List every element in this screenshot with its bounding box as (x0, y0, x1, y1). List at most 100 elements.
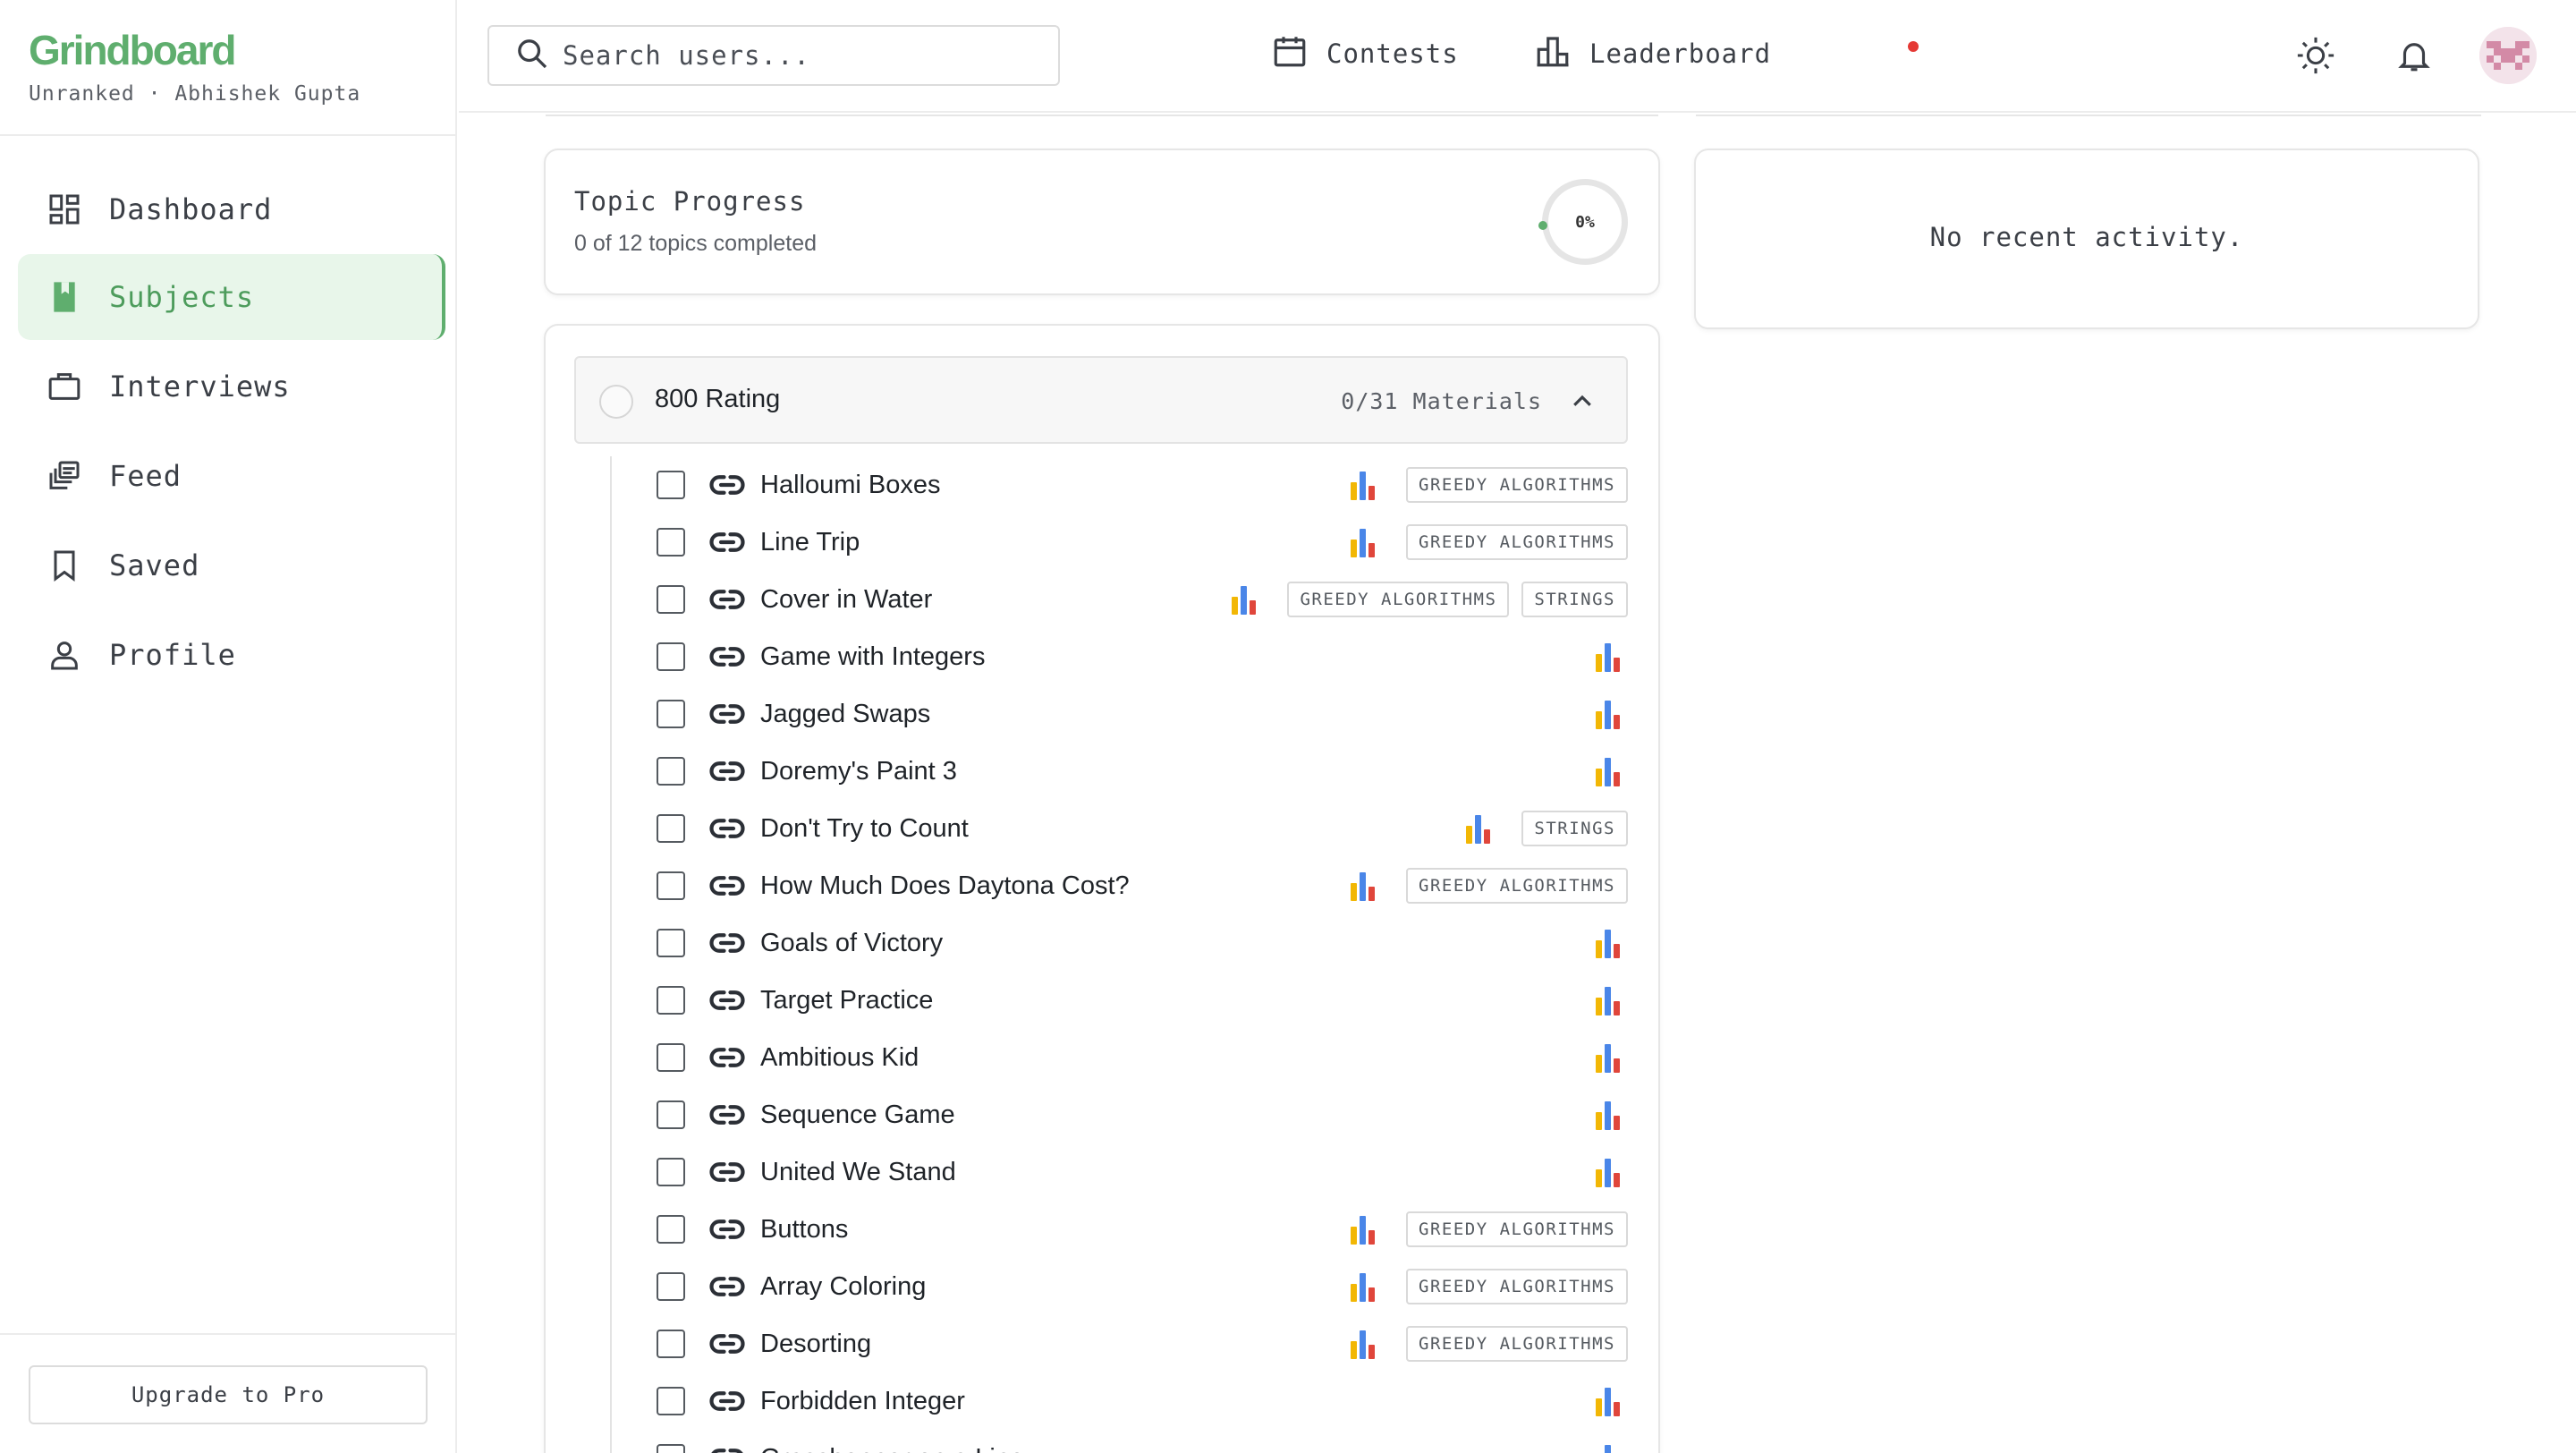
problem-checkbox[interactable] (657, 1330, 685, 1358)
user-icon (45, 635, 84, 675)
problem-name[interactable]: How Much Does Daytona Cost? (760, 871, 1130, 901)
problems-card: 800 Rating 0/31 Materials Halloumi Boxes… (544, 324, 1660, 1453)
link-icon[interactable] (708, 867, 746, 905)
link-icon[interactable] (708, 581, 746, 618)
link-icon[interactable] (708, 1211, 746, 1248)
problem-name[interactable]: Goals of Victory (760, 929, 943, 958)
no-activity-text: No recent activity. (1929, 222, 2244, 252)
problem-row: Sequence Game (612, 1086, 1628, 1143)
problem-name[interactable]: Don't Try to Count (760, 814, 969, 844)
difficulty-bars-icon (1596, 642, 1628, 672)
upgrade-button[interactable]: Upgrade to Pro (29, 1365, 428, 1424)
link-icon[interactable] (708, 752, 746, 790)
section-header-800-rating[interactable]: 800 Rating 0/31 Materials (574, 356, 1628, 444)
problem-checkbox[interactable] (657, 1272, 685, 1301)
top-header: Contests Leaderboard (459, 0, 2576, 113)
problem-name[interactable]: Jagged Swaps (760, 700, 930, 729)
divider (546, 113, 1658, 116)
brand-logo[interactable]: Grindboard (29, 27, 455, 73)
problem-checkbox[interactable] (657, 1387, 685, 1415)
problem-name[interactable]: Sequence Game (760, 1100, 955, 1130)
topic-tag: STRINGS (1521, 811, 1628, 846)
sidebar-item-saved[interactable]: Saved (18, 523, 445, 608)
problem-checkbox[interactable] (657, 1215, 685, 1244)
problem-meta: GREEDY ALGORITHMS (1351, 1326, 1628, 1362)
difficulty-bars-icon (1232, 584, 1264, 615)
problem-meta (1596, 1042, 1628, 1073)
link-icon[interactable] (708, 695, 746, 733)
problem-row: Goals of Victory (612, 914, 1628, 972)
problem-meta (1596, 642, 1628, 672)
problem-name[interactable]: Game with Integers (760, 642, 985, 672)
problem-checkbox[interactable] (657, 1444, 685, 1453)
sidebar-item-label: Feed (109, 459, 182, 493)
problem-name[interactable]: Buttons (760, 1215, 848, 1245)
user-rank-name: Unranked · Abhishek Gupta (29, 82, 361, 106)
problem-checkbox[interactable] (657, 1100, 685, 1129)
difficulty-bars-icon (1596, 756, 1628, 786)
leaderboard-link[interactable]: Leaderboard (1534, 32, 1771, 74)
bell-icon[interactable] (2389, 30, 2439, 81)
link-icon[interactable] (708, 1039, 746, 1076)
problem-name[interactable]: United We Stand (760, 1158, 956, 1187)
problem-checkbox[interactable] (657, 1043, 685, 1072)
link-icon[interactable] (708, 1440, 746, 1453)
progress-percent: 0% (1575, 212, 1595, 232)
problem-name[interactable]: Ambitious Kid (760, 1043, 919, 1073)
problem-row: Ambitious Kid (612, 1029, 1628, 1086)
link-icon[interactable] (708, 1153, 746, 1191)
problem-checkbox[interactable] (657, 757, 685, 786)
contests-link[interactable]: Contests (1271, 32, 1919, 74)
problem-checkbox[interactable] (657, 929, 685, 957)
link-icon[interactable] (708, 924, 746, 962)
problem-name[interactable]: Target Practice (760, 986, 933, 1015)
difficulty-bars-icon (1596, 1157, 1628, 1187)
problem-row: Game with Integers (612, 628, 1628, 685)
search-input[interactable] (563, 40, 1046, 71)
problem-checkbox[interactable] (657, 986, 685, 1015)
problem-checkbox[interactable] (657, 1158, 685, 1186)
sun-icon[interactable] (2291, 30, 2341, 81)
topic-progress-title: Topic Progress (574, 186, 806, 217)
link-icon[interactable] (708, 1325, 746, 1363)
problem-row: Grasshopper on a Line (612, 1430, 1628, 1453)
problem-checkbox[interactable] (657, 700, 685, 728)
problem-checkbox[interactable] (657, 471, 685, 499)
problem-name[interactable]: Doremy's Paint 3 (760, 757, 957, 786)
sidebar-item-interviews[interactable]: Interviews (18, 344, 445, 429)
problem-name[interactable]: Cover in Water (760, 585, 932, 615)
link-icon[interactable] (708, 523, 746, 561)
link-icon[interactable] (708, 981, 746, 1019)
link-icon[interactable] (708, 638, 746, 676)
problem-checkbox[interactable] (657, 871, 685, 900)
link-icon[interactable] (708, 1096, 746, 1134)
link-icon[interactable] (708, 1382, 746, 1420)
problem-name[interactable]: Desorting (760, 1330, 871, 1359)
sidebar-item-profile[interactable]: Profile (18, 612, 445, 698)
problem-name[interactable]: Forbidden Integer (760, 1387, 965, 1416)
problem-name[interactable]: Line Trip (760, 528, 860, 557)
avatar[interactable] (2479, 27, 2537, 84)
sidebar-item-feed[interactable]: Feed (18, 433, 445, 519)
briefcase-icon (45, 367, 84, 406)
topic-tag: STRINGS (1521, 582, 1628, 617)
link-icon[interactable] (708, 466, 746, 504)
problem-row: Array Coloring GREEDY ALGORITHMS (612, 1258, 1628, 1315)
problem-row: Desorting GREEDY ALGORITHMS (612, 1315, 1628, 1372)
sidebar-item-dashboard[interactable]: Dashboard (18, 166, 445, 252)
link-icon[interactable] (708, 810, 746, 847)
problem-checkbox[interactable] (657, 528, 685, 557)
problem-name[interactable]: Grasshopper on a Line (760, 1444, 1024, 1453)
problem-row: Jagged Swaps (612, 685, 1628, 743)
problem-checkbox[interactable] (657, 585, 685, 614)
problem-checkbox[interactable] (657, 642, 685, 671)
problem-name[interactable]: Halloumi Boxes (760, 471, 940, 500)
problem-meta: GREEDY ALGORITHMS (1351, 1269, 1628, 1304)
sidebar-item-subjects[interactable]: Subjects (18, 254, 445, 340)
chevron-up-icon[interactable] (1569, 388, 1596, 415)
problem-list: Halloumi Boxes GREEDY ALGORITHMS Line Trip… (610, 456, 1628, 1453)
difficulty-bars-icon (1596, 985, 1628, 1015)
problem-checkbox[interactable] (657, 814, 685, 843)
link-icon[interactable] (708, 1268, 746, 1305)
problem-name[interactable]: Array Coloring (760, 1272, 926, 1302)
